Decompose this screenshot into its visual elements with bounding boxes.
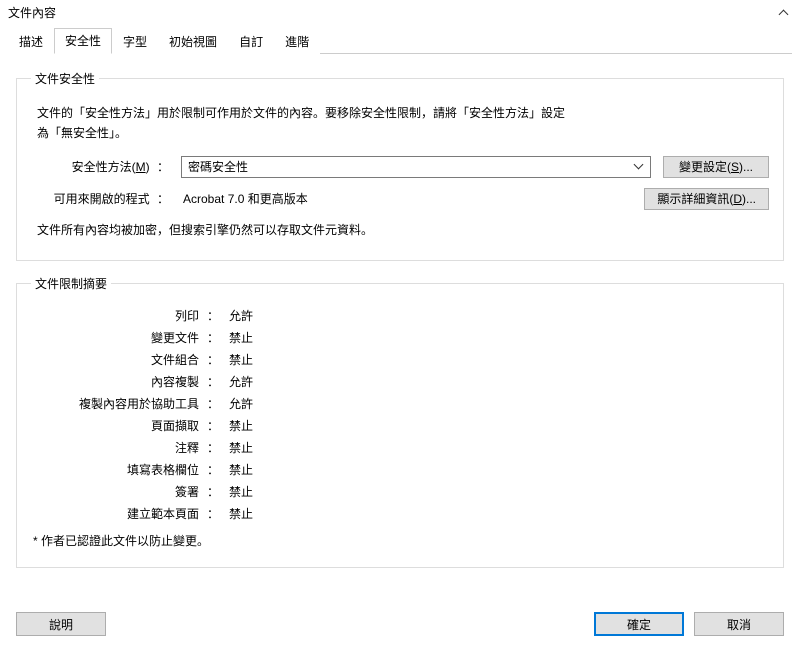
summary-row: 文件組合 ： 禁止 <box>31 351 769 368</box>
dialog-button-bar: 說明 確定 取消 <box>0 612 800 636</box>
open-with-label: 可用來開啟的程式 ： <box>31 190 181 207</box>
security-description: 文件的「安全性方法」用於限制可作用於文件的內容。要移除安全性限制，請將「安全性方… <box>37 103 769 144</box>
show-details-button[interactable]: 顯示詳細資訊(D)... <box>644 188 769 210</box>
security-method-select[interactable]: 密碼安全性 <box>181 156 651 178</box>
summary-row: 內容複製 ： 允許 <box>31 373 769 390</box>
chevron-down-icon <box>630 159 646 175</box>
tab-security[interactable]: 安全性 <box>54 28 112 54</box>
summary-row: 填寫表格欄位 ： 禁止 <box>31 461 769 478</box>
tab-initial-view[interactable]: 初始視圖 <box>158 29 228 54</box>
collapse-icon[interactable] <box>778 7 790 19</box>
tab-describe[interactable]: 描述 <box>8 29 54 54</box>
document-security-legend: 文件安全性 <box>31 70 99 87</box>
help-button[interactable]: 說明 <box>16 612 106 636</box>
tab-fonts[interactable]: 字型 <box>112 29 158 54</box>
summary-row: 頁面擷取 ： 禁止 <box>31 417 769 434</box>
security-method-value: 密碼安全性 <box>188 158 248 175</box>
tab-bar: 描述 安全性 字型 初始視圖 自訂 進階 <box>8 27 792 54</box>
summary-row: 注釋 ： 禁止 <box>31 439 769 456</box>
encryption-note: 文件所有內容均被加密，但搜索引擎仍然可以存取文件元資料。 <box>37 220 769 240</box>
document-security-group: 文件安全性 文件的「安全性方法」用於限制可作用於文件的內容。要移除安全性限制，請… <box>16 70 784 261</box>
summary-footnote: * 作者已認證此文件以防止變更。 <box>33 532 769 549</box>
summary-row: 列印 ： 允許 <box>31 307 769 324</box>
cancel-button[interactable]: 取消 <box>694 612 784 636</box>
open-with-value: Acrobat 7.0 和更高版本 <box>181 190 308 207</box>
summary-row: 變更文件 ： 禁止 <box>31 329 769 346</box>
ok-button[interactable]: 確定 <box>594 612 684 636</box>
restrictions-summary-group: 文件限制摘要 列印 ： 允許 變更文件 ： 禁止 文件組合 ： 禁止 內容複製 … <box>16 275 784 568</box>
change-settings-button[interactable]: 變更設定(S)... <box>663 156 769 178</box>
summary-row: 建立範本頁面 ： 禁止 <box>31 505 769 522</box>
summary-row: 簽署 ： 禁止 <box>31 483 769 500</box>
tab-custom[interactable]: 自訂 <box>228 29 274 54</box>
restrictions-summary-legend: 文件限制摘要 <box>31 275 111 292</box>
security-method-label: 安全性方法(M) ： <box>31 158 181 175</box>
dialog-title: 文件內容 <box>8 4 56 21</box>
tab-advanced[interactable]: 進階 <box>274 29 320 54</box>
summary-row: 複製內容用於協助工具 ： 允許 <box>31 395 769 412</box>
tab-content-security: 文件安全性 文件的「安全性方法」用於限制可作用於文件的內容。要移除安全性限制，請… <box>0 54 800 568</box>
